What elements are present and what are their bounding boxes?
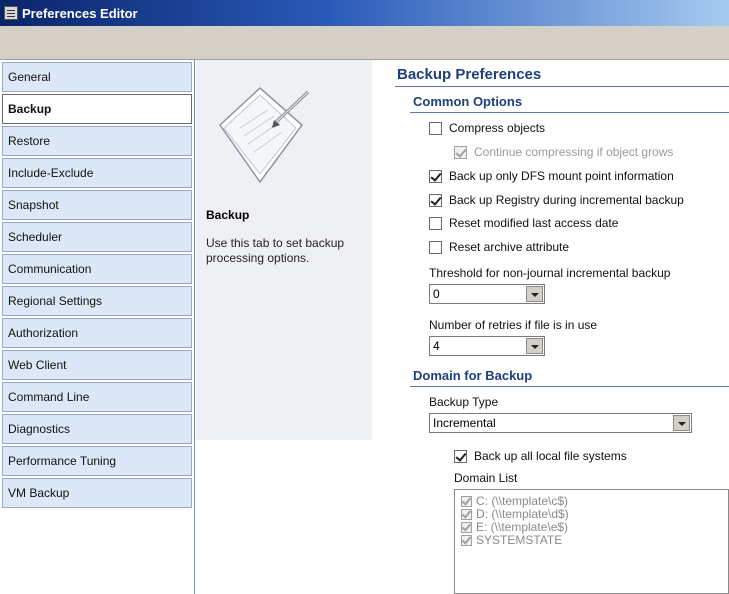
tab-performance-tuning[interactable]: Performance Tuning [2, 446, 192, 476]
all-local-fs-label: Back up all local file systems [474, 449, 627, 463]
chevron-down-icon[interactable] [673, 415, 690, 431]
chevron-down-icon[interactable] [526, 286, 543, 302]
domain-item-checkbox [461, 534, 472, 546]
compress-objects-checkbox[interactable] [429, 121, 442, 135]
page-title: Backup Preferences [397, 66, 542, 83]
tab-scheduler[interactable]: Scheduler [2, 222, 192, 252]
tab-authorization[interactable]: Authorization [2, 318, 192, 348]
tab-command-line[interactable]: Command Line [2, 382, 192, 412]
reset-access-date-label: Reset modified last access date [449, 216, 619, 230]
info-description: Use this tab to set backup processing op… [206, 236, 345, 265]
document-pencil-icon [219, 86, 310, 184]
retries-label: Number of retries if file is in use [429, 318, 598, 332]
backup-type-label: Backup Type [429, 395, 499, 409]
reset-access-date-option[interactable]: Reset modified last access date [429, 216, 618, 230]
tab-web-client[interactable]: Web Client [2, 350, 192, 380]
retries-value: 4 [433, 339, 440, 353]
list-item: E: (\\template\e$) [461, 520, 568, 534]
title-bar: Preferences Editor [0, 0, 729, 26]
list-item: D: (\\template\d$) [461, 507, 569, 521]
sidebar: General Backup Restore Include-Exclude S… [0, 60, 195, 594]
section-divider [410, 386, 729, 387]
threshold-label: Threshold for non-journal incremental ba… [429, 266, 671, 280]
tab-include-exclude[interactable]: Include-Exclude [2, 158, 192, 188]
tab-general[interactable]: General [2, 62, 192, 92]
info-title: Backup [206, 208, 250, 222]
list-item: C: (\\template\c$) [461, 494, 568, 508]
domain-item-label: D: (\\template\d$) [476, 507, 569, 521]
domain-list-label: Domain List [454, 471, 518, 485]
tab-regional-settings[interactable]: Regional Settings [2, 286, 192, 316]
dfs-only-label: Back up only DFS mount point information [449, 169, 674, 183]
continue-compressing-option: Continue compressing if object grows [454, 145, 673, 159]
tab-communication[interactable]: Communication [2, 254, 192, 284]
registry-option[interactable]: Back up Registry during incremental back… [429, 193, 684, 207]
domain-item-checkbox [461, 508, 472, 520]
list-item: SYSTEMSTATE [461, 533, 562, 547]
all-local-fs-checkbox[interactable] [454, 449, 467, 463]
backup-type-select[interactable]: Incremental [429, 413, 692, 433]
tab-snapshot[interactable]: Snapshot [2, 190, 192, 220]
chevron-down-icon[interactable] [526, 338, 543, 354]
reset-archive-checkbox[interactable] [429, 240, 442, 254]
continue-compressing-label: Continue compressing if object grows [474, 145, 674, 159]
section-divider [410, 112, 729, 113]
domain-item-checkbox [461, 495, 472, 507]
tab-vm-backup[interactable]: VM Backup [2, 478, 192, 508]
dfs-only-checkbox[interactable] [429, 169, 442, 183]
domain-item-checkbox [461, 521, 472, 533]
retries-select[interactable]: 4 [429, 336, 545, 356]
all-local-fs-option[interactable]: Back up all local file systems [454, 449, 627, 463]
registry-label: Back up Registry during incremental back… [449, 193, 684, 207]
tab-backup[interactable]: Backup [2, 94, 192, 124]
threshold-select[interactable]: 0 [429, 284, 545, 304]
compress-objects-label: Compress objects [449, 121, 546, 135]
tab-diagnostics[interactable]: Diagnostics [2, 414, 192, 444]
section-common-options: Common Options [413, 94, 523, 109]
app-icon [4, 6, 18, 20]
domain-item-label: SYSTEMSTATE [476, 533, 563, 547]
reset-access-date-checkbox[interactable] [429, 216, 442, 230]
registry-checkbox[interactable] [429, 193, 442, 207]
dfs-only-option[interactable]: Back up only DFS mount point information [429, 169, 674, 183]
info-panel: Backup Use this tab to set backup proces… [196, 60, 372, 440]
domain-item-label: E: (\\template\e$) [476, 520, 569, 534]
reset-archive-option[interactable]: Reset archive attribute [429, 240, 569, 254]
window-title: Preferences Editor [22, 5, 138, 21]
title-divider [395, 86, 729, 87]
section-domain-for-backup: Domain for Backup [413, 368, 533, 383]
backup-type-value: Incremental [433, 416, 496, 430]
reset-archive-label: Reset archive attribute [449, 240, 570, 254]
tab-restore[interactable]: Restore [2, 126, 192, 156]
domain-list[interactable]: C: (\\template\c$) D: (\\template\d$) E:… [454, 489, 729, 594]
threshold-value: 0 [433, 287, 440, 301]
toolbar [0, 26, 729, 60]
domain-item-label: C: (\\template\c$) [476, 494, 569, 508]
continue-compressing-checkbox [454, 145, 467, 159]
compress-objects-option[interactable]: Compress objects [429, 121, 545, 135]
